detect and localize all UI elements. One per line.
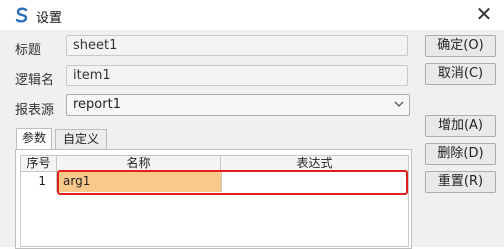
cancel-button[interactable]: 取消(C) bbox=[425, 63, 496, 85]
logic-name-field[interactable]: item1 bbox=[66, 65, 408, 86]
report-source-label: 报表源 bbox=[15, 103, 55, 118]
app-logo-icon bbox=[15, 7, 28, 23]
tab-params[interactable]: 参数 bbox=[16, 128, 52, 149]
params-panel: 序号 名称 表达式 1 arg1 bbox=[15, 149, 412, 249]
report-source-select[interactable]: report1 bbox=[66, 94, 410, 116]
ok-button[interactable]: 确定(O) bbox=[425, 35, 496, 57]
logic-name-label: 逻辑名 bbox=[15, 73, 55, 88]
window-title: 设置 bbox=[36, 11, 63, 26]
column-header-index[interactable]: 序号 bbox=[21, 156, 57, 172]
title-bar: 设置 ✕ bbox=[0, 0, 504, 30]
highlight-box bbox=[57, 170, 408, 195]
delete-button[interactable]: 删除(D) bbox=[425, 143, 496, 165]
close-button[interactable]: ✕ bbox=[474, 2, 494, 26]
tab-custom[interactable]: 自定义 bbox=[55, 129, 107, 149]
dialog-body: 标题 sheet1 逻辑名 item1 报表源 report1 确定(O) 取消… bbox=[0, 30, 504, 249]
row-index-cell[interactable]: 1 bbox=[21, 172, 57, 192]
reset-button[interactable]: 重置(R) bbox=[425, 171, 496, 193]
close-icon: ✕ bbox=[475, 2, 493, 26]
params-table: 序号 名称 表达式 1 arg1 bbox=[20, 155, 409, 247]
title-label: 标题 bbox=[15, 43, 42, 58]
report-source-value: report1 bbox=[73, 97, 121, 112]
add-button[interactable]: 增加(A) bbox=[425, 115, 496, 137]
title-field[interactable]: sheet1 bbox=[66, 35, 408, 56]
chevron-down-icon bbox=[394, 101, 404, 107]
